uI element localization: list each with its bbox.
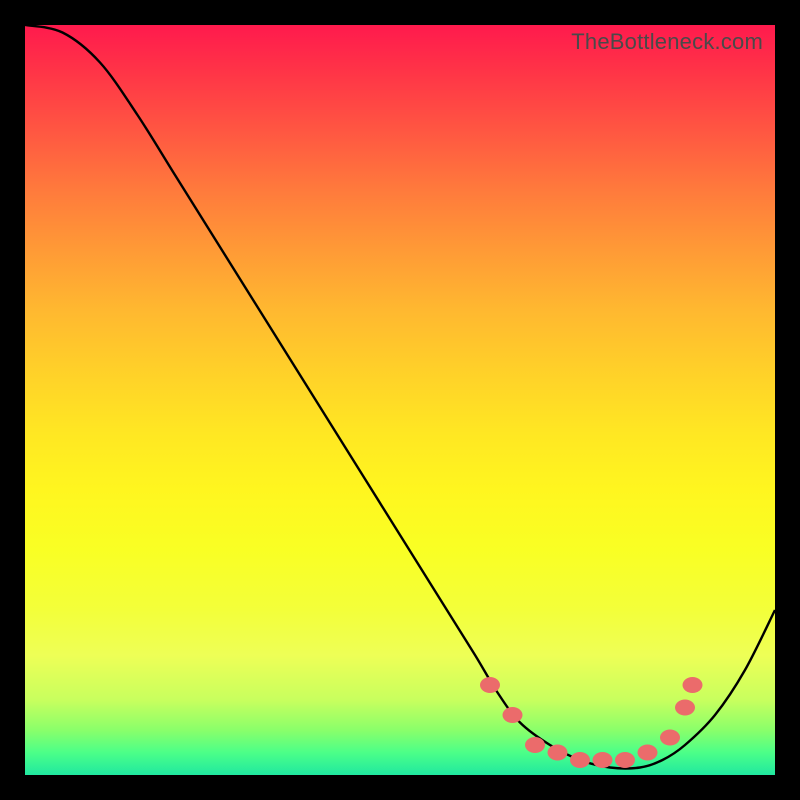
watermark-text: TheBottleneck.com	[571, 29, 763, 55]
marker-group	[480, 677, 703, 768]
marker-point	[548, 745, 568, 761]
marker-point	[660, 730, 680, 746]
marker-point	[525, 737, 545, 753]
marker-point	[638, 745, 658, 761]
chart-frame: TheBottleneck.com	[0, 0, 800, 800]
plot-area: TheBottleneck.com	[25, 25, 775, 775]
curve-svg	[25, 25, 775, 775]
marker-point	[683, 677, 703, 693]
marker-point	[675, 700, 695, 716]
marker-point	[615, 752, 635, 768]
marker-point	[480, 677, 500, 693]
marker-point	[570, 752, 590, 768]
bottleneck-curve	[25, 25, 775, 768]
marker-point	[593, 752, 613, 768]
marker-point	[503, 707, 523, 723]
